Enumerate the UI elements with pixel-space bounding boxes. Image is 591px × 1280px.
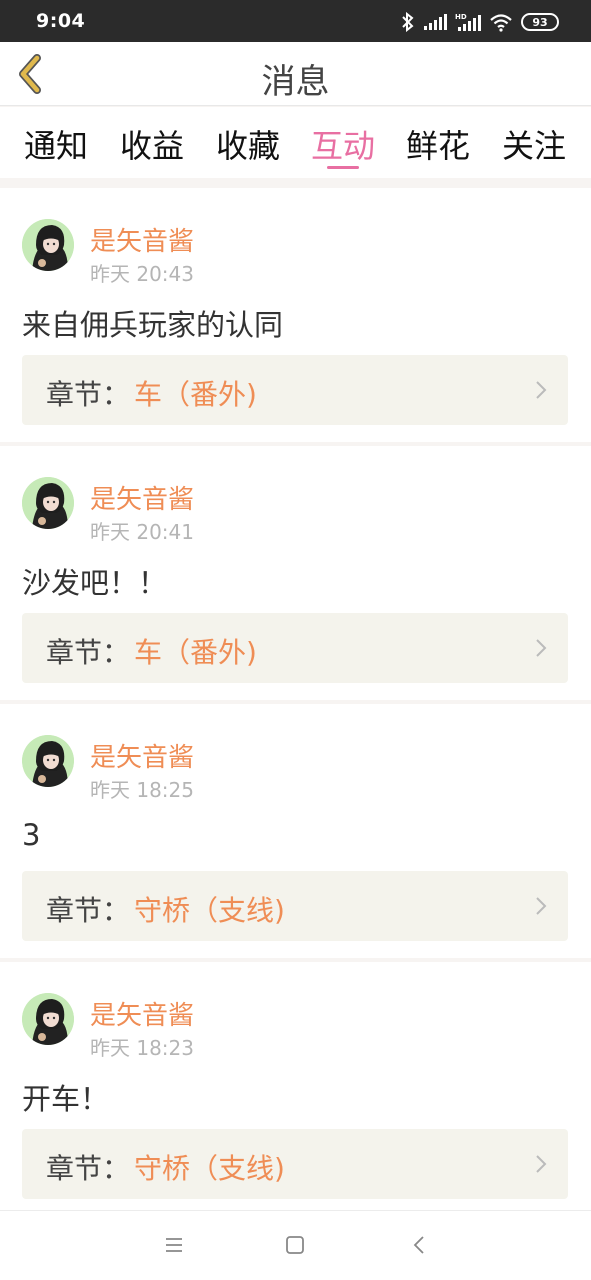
avatar[interactable] — [22, 219, 74, 271]
chapter-link[interactable]: 章节： 车（番外) — [22, 613, 568, 683]
list-item: 是矢音酱 昨天 18:25 3 章节： 守桥（支线) — [0, 704, 591, 958]
timestamp: 昨天 18:25 — [90, 778, 194, 802]
status-icons: HD 93 — [401, 11, 559, 33]
avatar-image — [22, 477, 74, 529]
chapter-name: 守桥（支线) — [134, 1152, 285, 1185]
chapter-name: 守桥（支线) — [134, 894, 285, 927]
tab-following[interactable]: 关注 — [502, 121, 566, 167]
chevron-right-icon — [536, 897, 547, 915]
avatar[interactable] — [22, 477, 74, 529]
username[interactable]: 是矢音酱 — [90, 737, 194, 774]
timestamp: 昨天 20:41 — [90, 520, 194, 544]
avatar[interactable] — [22, 993, 74, 1045]
hd-signal-icon: HD — [455, 13, 481, 31]
timestamp: 昨天 18:23 — [90, 1036, 194, 1060]
list-item: 是矢音酱 昨天 18:23 开车！ 章节： 守桥（支线) — [0, 962, 591, 1216]
username[interactable]: 是矢音酱 — [90, 221, 194, 258]
tab-interactions[interactable]: 互动 — [311, 121, 375, 167]
chapter-label: 章节： — [46, 894, 131, 927]
chapter-link[interactable]: 章节： 守桥（支线) — [22, 871, 568, 941]
tab-bar: 通知 收益 收藏 互动 鲜花 关注 — [0, 107, 591, 178]
menu-icon[interactable] — [162, 1233, 186, 1257]
avatar-image — [22, 735, 74, 787]
home-icon[interactable] — [283, 1233, 307, 1257]
chapter-link[interactable]: 章节： 车（番外) — [22, 355, 568, 425]
status-time: 9:04 — [36, 10, 86, 32]
chapter-label: 章节： — [46, 636, 131, 669]
wifi-icon — [490, 14, 512, 32]
avatar-image — [22, 993, 74, 1045]
tab-earnings[interactable]: 收益 — [120, 121, 184, 167]
username[interactable]: 是矢音酱 — [90, 995, 194, 1032]
chapter-name: 车（番外) — [134, 378, 257, 411]
chevron-right-icon — [536, 1155, 547, 1173]
message-text: 3 — [22, 818, 41, 852]
tab-notifications[interactable]: 通知 — [24, 121, 88, 167]
chapter-name: 车（番外) — [134, 636, 257, 669]
list-item: 是矢音酱 昨天 20:41 沙发吧！！ 章节： 车（番外) — [0, 446, 591, 700]
tab-favorites[interactable]: 收藏 — [216, 121, 280, 167]
battery-icon: 93 — [521, 13, 559, 31]
username[interactable]: 是矢音酱 — [90, 479, 194, 516]
message-text: 开车！ — [22, 1082, 110, 1116]
page-title: 消息 — [261, 62, 330, 102]
chapter-label: 章节： — [46, 378, 131, 411]
header: 消息 — [0, 42, 591, 106]
status-bar: 9:04 HD 93 — [0, 0, 591, 42]
message-text: 来自佣兵玩家的认同 — [22, 308, 284, 342]
chevron-right-icon — [536, 381, 547, 399]
signal-icon — [424, 14, 447, 30]
list-item: 是矢音酱 昨天 20:43 来自佣兵玩家的认同 章节： 车（番外) — [0, 188, 591, 442]
tab-flowers[interactable]: 鲜花 — [406, 121, 470, 167]
system-nav-bar — [0, 1210, 591, 1280]
timestamp: 昨天 20:43 — [90, 262, 194, 286]
tab-active-indicator — [327, 166, 359, 169]
chevron-right-icon — [536, 639, 547, 657]
message-text: 沙发吧！！ — [22, 566, 168, 600]
avatar-image — [22, 219, 74, 271]
back-icon[interactable] — [408, 1233, 432, 1257]
bluetooth-icon — [402, 12, 414, 32]
avatar[interactable] — [22, 735, 74, 787]
svg-text:HD: HD — [455, 13, 467, 21]
chapter-link[interactable]: 章节： 守桥（支线) — [22, 1129, 568, 1199]
chapter-label: 章节： — [46, 1152, 131, 1185]
